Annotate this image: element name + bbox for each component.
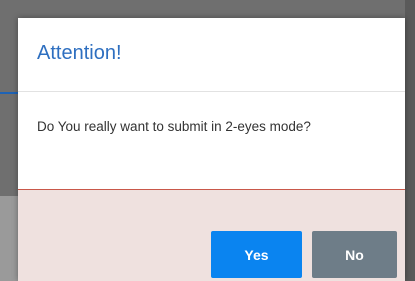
dialog-message: Do You really want to submit in 2-eyes m…	[37, 119, 311, 134]
dialog-title: Attention!	[37, 42, 122, 64]
background-panel	[0, 196, 18, 281]
dialog-footer: Yes No	[18, 189, 405, 281]
dialog-header: Attention!	[18, 18, 405, 92]
confirmation-dialog: Attention! Do You really want to submit …	[18, 18, 405, 281]
no-button[interactable]: No	[312, 231, 397, 278]
background-overlay-edge	[405, 0, 415, 281]
yes-button[interactable]: Yes	[211, 231, 302, 278]
background-accent-line	[0, 92, 18, 94]
